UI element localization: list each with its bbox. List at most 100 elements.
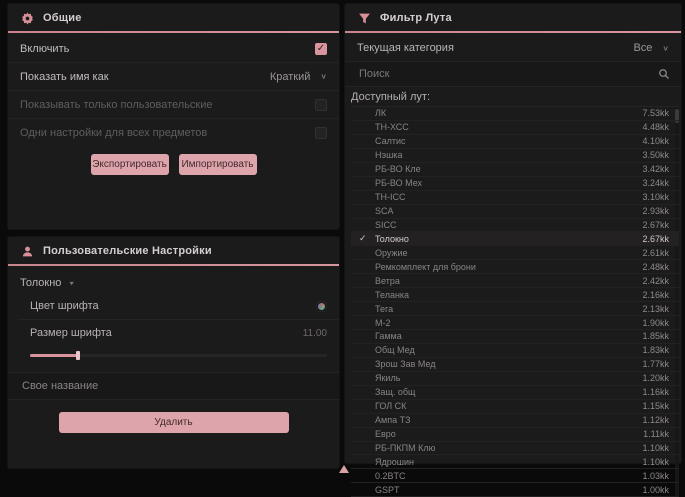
loot-item-value: 1.12kk bbox=[642, 415, 669, 425]
loot-item[interactable]: Ремкомплект для брони2.48kk bbox=[351, 260, 679, 274]
loot-item[interactable]: Нэшка3.50kk bbox=[351, 149, 679, 163]
settings-row: Показать имя какКраткий∨ bbox=[8, 63, 339, 91]
chevron-down-icon: ∨ bbox=[320, 72, 327, 81]
font-size-value: 11.00 bbox=[303, 328, 327, 339]
loot-item[interactable]: ГОЛ СК1.15kk bbox=[351, 400, 679, 414]
loot-item[interactable]: РБ-ВО Кле3.42kk bbox=[351, 163, 679, 177]
loot-item-value: 7.53kk bbox=[642, 108, 669, 118]
loot-panel-header: Фильтр Лута bbox=[345, 4, 681, 31]
general-panel-title: Общие bbox=[43, 12, 82, 24]
loot-item-name: SICC bbox=[359, 220, 642, 230]
color-wheel-icon[interactable] bbox=[316, 301, 327, 312]
loot-item[interactable]: Евро1.11kk bbox=[351, 428, 679, 442]
loot-item-name: Толокно bbox=[375, 234, 642, 244]
checkbox[interactable] bbox=[315, 127, 327, 139]
available-loot-label: Доступный лут: bbox=[345, 87, 681, 106]
checkbox[interactable] bbox=[315, 99, 327, 111]
loot-panel-title: Фильтр Лута bbox=[380, 12, 452, 24]
loot-item-name: Защ. общ bbox=[359, 387, 642, 397]
loot-item[interactable]: РБ-ПКПМ Клю1.10kk bbox=[351, 442, 679, 456]
loot-item-value: 3.10kk bbox=[642, 192, 669, 202]
chevron-down-icon: ▾ bbox=[69, 279, 74, 288]
loot-item-name: ЛК bbox=[359, 108, 642, 118]
loot-item[interactable]: Теланка2.16kk bbox=[351, 288, 679, 302]
loot-item-value: 1.85kk bbox=[642, 331, 669, 341]
font-size-label: Размер шрифта bbox=[30, 327, 112, 339]
loot-item-name: 0.2BTC bbox=[359, 471, 642, 481]
loot-item-value: 2.48kk bbox=[642, 262, 669, 272]
loot-item-name: Ампа ТЗ bbox=[359, 415, 642, 425]
loot-item[interactable]: ЛК7.53kk bbox=[351, 107, 679, 121]
loot-item[interactable]: 0.2BTC1.03kk bbox=[351, 469, 679, 483]
export-button[interactable]: Экспортировать bbox=[91, 154, 169, 175]
loot-item-name: Якиль bbox=[359, 373, 642, 383]
loot-item[interactable]: ✓ Толокно2.67kk bbox=[351, 232, 679, 246]
loot-item-value: 1.77kk bbox=[642, 359, 669, 369]
loot-item[interactable]: РБ-ВО Мех3.24kk bbox=[351, 177, 679, 191]
loot-item[interactable]: SCA2.93kk bbox=[351, 205, 679, 219]
settings-row: Одни настройки для всех предметов bbox=[8, 119, 339, 146]
loot-item-value: 1.03kk bbox=[642, 471, 669, 481]
resize-grip-icon[interactable] bbox=[339, 462, 349, 473]
custom-settings-panel: Пользовательские Настройки Толокно ▾ Цве… bbox=[8, 237, 339, 468]
delete-row: Удалить bbox=[8, 400, 339, 433]
loot-item-value: 2.61kk bbox=[642, 248, 669, 258]
loot-item-value: 2.67kk bbox=[642, 234, 669, 244]
loot-item[interactable]: Защ. общ1.16kk bbox=[351, 386, 679, 400]
loot-item-value: 2.13kk bbox=[642, 304, 669, 314]
delete-button[interactable]: Удалить bbox=[59, 412, 289, 433]
custom-name-row bbox=[8, 372, 339, 400]
font-size-slider[interactable] bbox=[30, 350, 327, 362]
loot-item[interactable]: ТН-IСС3.10kk bbox=[351, 191, 679, 205]
loot-item[interactable]: Оружие2.61kk bbox=[351, 246, 679, 260]
app-window: { "colors": { "accent_pink": "#d8959e", … bbox=[0, 0, 685, 473]
loot-list: ЛК7.53kkТН-ХСС4.48kkСалтис4.10kkНэшка3.5… bbox=[351, 106, 679, 497]
search-input[interactable] bbox=[357, 67, 649, 81]
loot-item-name: РБ-ПКПМ Клю bbox=[359, 443, 642, 453]
settings-row-label: Показывать только пользовательские bbox=[20, 99, 213, 111]
loot-item[interactable]: Ампа ТЗ1.12kk bbox=[351, 414, 679, 428]
category-row[interactable]: Текущая категория Все ∨ bbox=[345, 35, 681, 62]
header-divider bbox=[8, 264, 339, 266]
name-mode-select[interactable]: Краткий∨ bbox=[270, 71, 327, 83]
gear-icon bbox=[20, 11, 34, 25]
loot-item-value: 1.00kk bbox=[642, 485, 669, 495]
loot-item[interactable]: ТН-ХСС4.48kk bbox=[351, 121, 679, 135]
loot-item[interactable]: SICC2.67kk bbox=[351, 219, 679, 233]
loot-item[interactable]: Общ Мед1.83kk bbox=[351, 344, 679, 358]
loot-item[interactable]: Ветра2.42kk bbox=[351, 274, 679, 288]
loot-item-value: 4.48kk bbox=[642, 122, 669, 132]
font-color-row[interactable]: Цвет шрифта bbox=[18, 293, 339, 320]
loot-item-name: Нэшка bbox=[359, 150, 642, 160]
loot-item-value: 1.20kk bbox=[642, 373, 669, 383]
checkbox[interactable]: ✓ bbox=[315, 43, 327, 55]
loot-item[interactable]: GSPT1.00kk bbox=[351, 483, 679, 497]
export-import-row: Экспортировать Импортировать bbox=[8, 146, 339, 175]
loot-item[interactable]: Якиль1.20kk bbox=[351, 372, 679, 386]
general-panel-header: Общие bbox=[8, 4, 339, 31]
import-button[interactable]: Импортировать bbox=[179, 154, 257, 175]
custom-name-input[interactable] bbox=[20, 379, 327, 393]
settings-row-label: Одни настройки для всех предметов bbox=[20, 127, 207, 139]
loot-item-value: 1.10kk bbox=[642, 443, 669, 453]
loot-item[interactable]: Гамма1.85kk bbox=[351, 330, 679, 344]
loot-item-name: Оружие bbox=[359, 248, 642, 258]
loot-item-name: Ядрошин bbox=[359, 457, 642, 467]
loot-item-value: 4.10kk bbox=[642, 136, 669, 146]
loot-item[interactable]: Тега2.13kk bbox=[351, 302, 679, 316]
selected-item-header[interactable]: Толокно ▾ bbox=[8, 268, 339, 293]
slider-handle[interactable] bbox=[76, 351, 80, 360]
check-icon: ✓ bbox=[359, 233, 371, 244]
loot-item-name: ТН-ХСС bbox=[359, 122, 642, 132]
loot-item[interactable]: Салтис4.10kk bbox=[351, 135, 679, 149]
search-icon[interactable] bbox=[657, 67, 671, 81]
funnel-icon bbox=[357, 11, 371, 25]
loot-item-name: Общ Мед bbox=[359, 345, 642, 355]
loot-item-name: Теланка bbox=[359, 290, 642, 300]
loot-item[interactable]: Ядрошин1.10kk bbox=[351, 455, 679, 469]
loot-item[interactable]: М-21.90kk bbox=[351, 316, 679, 330]
loot-item[interactable]: Зрош Зав Мед1.77kk bbox=[351, 358, 679, 372]
category-select[interactable]: Все ∨ bbox=[633, 42, 669, 54]
custom-panel-header: Пользовательские Настройки bbox=[8, 237, 339, 264]
loot-item-name: Ветра bbox=[359, 276, 642, 286]
